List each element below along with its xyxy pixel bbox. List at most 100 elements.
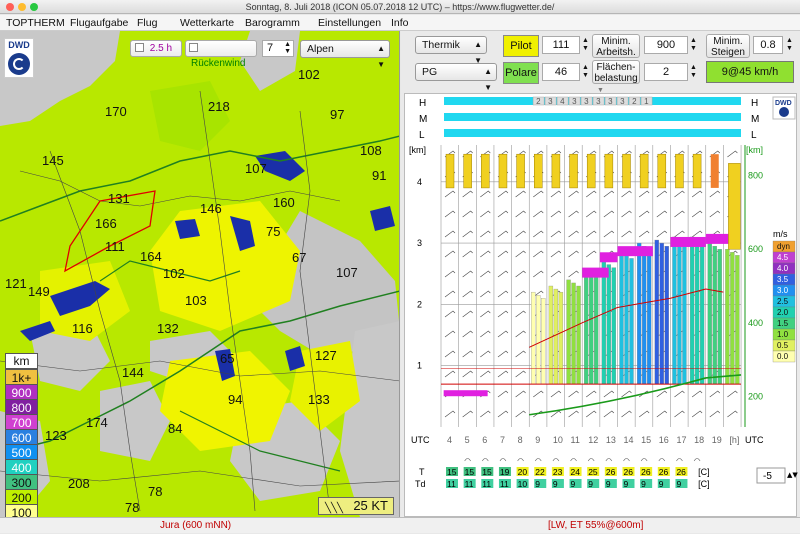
map-value-label: 170 (105, 104, 127, 119)
thermal-column (717, 249, 722, 385)
hour-tick: 8 (518, 435, 523, 445)
thermal-column (689, 236, 695, 385)
dewpoint-value: 9 (606, 479, 611, 489)
wind-barb-icon (656, 410, 668, 418)
thermal-column (531, 291, 536, 385)
checkbox-2-5h[interactable] (135, 43, 144, 52)
thermal-column (584, 270, 589, 385)
weather-icon (570, 458, 577, 462)
cloud-top-box (445, 153, 455, 189)
menu-info[interactable]: Info (391, 15, 409, 31)
cloud-bar (444, 129, 741, 137)
map-value-label: 108 (360, 143, 382, 158)
hour-tick: 14 (624, 435, 634, 445)
wind-barb-icon (515, 370, 526, 378)
checkbox-rueckenwind[interactable] (189, 43, 198, 52)
region-select[interactable]: Alpen ▲ ▼ (300, 40, 390, 69)
wind-barb-icon (603, 210, 615, 218)
map-value-label: 78 (148, 484, 163, 499)
hour-tick: 5 (465, 435, 470, 445)
menu-einstellungen[interactable]: Einstellungen (318, 15, 381, 31)
wind-barb-icon (444, 350, 456, 358)
wind-barb-icon (621, 190, 632, 198)
toggle-2-5h[interactable]: 2.5 h (130, 40, 182, 57)
chevron-down-icon: ▲ ▼ (377, 44, 385, 69)
wind-barb-icon (444, 310, 456, 318)
wind-barb-icon (462, 190, 473, 198)
legend-item: 100 (5, 504, 38, 517)
dewpoint-value: 9 (659, 479, 664, 489)
cloud-top-box (728, 163, 741, 250)
cloud-top-box (463, 153, 472, 189)
menu-barogramm[interactable]: Barogramm (245, 15, 300, 31)
cloud-base-block (617, 246, 653, 257)
menu-flug[interactable]: Flug (137, 15, 157, 31)
right-axis-tick: 600 (748, 244, 763, 254)
stepper-arrows-icon[interactable]: ▲▼ (284, 41, 291, 55)
legend-item: 400 (5, 459, 38, 475)
weather-icon (517, 458, 524, 462)
toggle-rueckenwind[interactable]: Rückenwind (185, 40, 257, 69)
wind-barb-icon (550, 270, 562, 278)
temp-value: 15 (482, 467, 492, 477)
thermal-column (594, 276, 599, 385)
dewpoint-value: 9 (571, 479, 576, 489)
cloud-top-box (692, 153, 702, 189)
minimize-window-icon[interactable] (18, 3, 26, 11)
cloud-top-box (586, 153, 596, 189)
wind-barb-icon (691, 230, 703, 238)
thermal-column (589, 273, 594, 385)
menu-bar: TOPTHERM Flugaufgabe Flug Wetterkarte Ba… (0, 15, 800, 31)
wind-barb-icon (533, 230, 544, 238)
wind-barb-icon (586, 410, 597, 418)
utc-label-right: UTC (745, 435, 764, 445)
hour-tick: 7 (500, 435, 505, 445)
right-axis-tick: 200 (748, 391, 763, 401)
weather-icon (605, 458, 613, 462)
dewpoint-value: 11 (465, 479, 474, 489)
weather-icon (464, 458, 471, 462)
weather-icon (658, 458, 666, 462)
dewpoint-unit: [C] (698, 479, 710, 489)
thermal-column (576, 285, 581, 385)
weather-icon (499, 458, 507, 462)
wind-barb-icon (480, 290, 491, 298)
dewpoint-value: 11 (482, 479, 491, 489)
wind-barb-icon (444, 250, 456, 258)
wind-barb-icon (674, 410, 685, 418)
temp-value: 26 (659, 467, 669, 477)
thermal-column (553, 288, 559, 385)
sounding-panel: Thermik ▲ ▼ PG ▲ ▼ Pilot 111 ▲ ▼ Polare 46 … (401, 31, 800, 517)
offset-value: -5 (763, 471, 772, 482)
wind-barb-icon (480, 330, 491, 338)
wind-barb-icon (497, 390, 509, 398)
weather-icon (482, 458, 489, 462)
hour-tick: 4 (447, 435, 452, 445)
wind-barb-icon (603, 390, 615, 398)
menu-wetterkarte[interactable]: Wetterkarte (180, 15, 234, 31)
left-axis-tick: 1 (417, 361, 422, 371)
wind-barb-icon (533, 250, 544, 258)
dwd-logo-text: DWD (8, 40, 30, 50)
temp-value: 26 (676, 467, 686, 477)
wind-barb-icon (444, 190, 456, 198)
zoom-window-icon[interactable] (30, 3, 38, 11)
thermal-column (646, 249, 652, 385)
wind-barb-icon (497, 210, 509, 218)
menu-flugaufgabe[interactable]: Flugaufgabe (70, 15, 128, 31)
menu-toptherm[interactable]: TOPTHERM (6, 15, 65, 31)
wind-barb-icon (603, 410, 615, 418)
thermal-map[interactable]: DWD 2.5 h Rückenwind 7 ▲ ▼ Alpen ▲ ▼ 102 17… (0, 31, 400, 517)
wind-barb-icon (515, 250, 526, 258)
temp-value: 23 (553, 467, 563, 477)
wind-barb-icon (462, 230, 473, 238)
map-value-label: 107 (336, 265, 358, 280)
cloud-cover-digit: 4 (560, 97, 565, 106)
weather-icon (640, 458, 648, 462)
close-window-icon[interactable] (6, 3, 14, 11)
stepper-arrows-icon[interactable]: ▲▼ (787, 471, 798, 479)
map-value-label: 146 (200, 201, 222, 216)
map-level-stepper[interactable]: 7 ▲ ▼ (262, 40, 294, 57)
dewpoint-row-label: Td (415, 479, 426, 489)
thermal-column (672, 236, 677, 385)
